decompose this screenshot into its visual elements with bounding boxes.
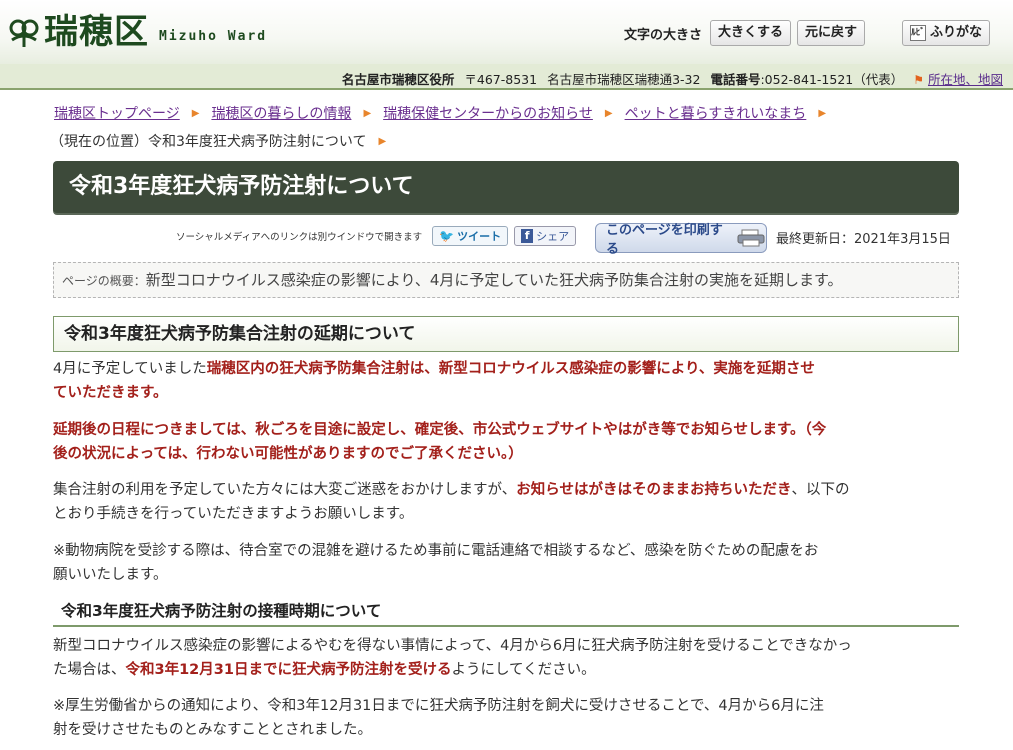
phone-label: 電話番号: [710, 72, 761, 87]
section-heading-postponement: 令和3年度狂犬病予防集合注射の延期について: [53, 316, 959, 352]
summary-label: ページの概要：: [62, 274, 146, 288]
postal-code: 〒467-8531: [464, 72, 538, 87]
last-updated: 最終更新日：2021年3月15日: [776, 232, 951, 247]
breadcrumb-arrow-icon: ▶: [604, 108, 613, 119]
furigana-label: ふりがな: [930, 25, 983, 40]
breadcrumb-link-top[interactable]: 瑞穂区トップページ: [54, 100, 180, 128]
paragraph-postponement: 4月に予定していました瑞穂区内の狂犬病予防集合注射は、新型コロナウイルス感染症の…: [53, 357, 953, 405]
office-address: 名古屋市瑞穂区瑞穂通3-32: [547, 72, 701, 87]
office-info-bar: 名古屋市瑞穂区役所 〒467-8531 名古屋市瑞穂区瑞穂通3-32 電話番号:…: [0, 64, 1013, 90]
text: 集合注射の利用を予定していた方々には大変ご迷惑をおかけしますが、: [53, 482, 517, 498]
breadcrumb-link-pets[interactable]: ペットと暮らすきれいなまち: [625, 100, 807, 128]
phone-number: :052-841-1521（代表）: [760, 72, 904, 87]
text: 願いいたします。: [53, 567, 168, 583]
paragraph-apology: 集合注射の利用を予定していた方々には大変ご迷惑をおかけしますが、お知らせはがきは…: [53, 478, 953, 526]
section-heading-vaccination-period: 令和3年度狂犬病予防注射の接種時期について: [53, 597, 959, 627]
reset-text-button[interactable]: 元に戻す: [797, 20, 866, 46]
text: ※動物病院を受診する際は、待合室での混雑を避けるため事前に電話連絡で相談するなど…: [53, 543, 819, 559]
site-subtitle: Mizuho Ward: [159, 28, 268, 44]
share-label: シェア: [536, 230, 570, 243]
furigana-button[interactable]: ﾙﾋﾞ ふりがな: [902, 20, 991, 46]
site-title: 瑞穂区: [44, 12, 149, 52]
breadcrumb-arrow-icon: ▶: [363, 108, 372, 119]
paragraph-hospital-note: ※動物病院を受診する際は、待合室での混雑を避けるため事前に電話連絡で相談するなど…: [53, 539, 953, 587]
emphasis-text: 瑞穂区内の狂犬病予防集合注射は、新型コロナウイルス感染症の影響により、実施を延期…: [206, 361, 815, 377]
emphasis-text: お知らせはがきはそのままお持ちいただき: [516, 482, 792, 498]
emphasis-text: 後の状況によっては、行わない可能性がありますのでご了承ください。）: [53, 446, 523, 462]
breadcrumb-arrow-icon: ▶: [818, 108, 827, 119]
page-title: 令和3年度狂犬病予防注射について: [53, 161, 959, 213]
text: とおり手続きを行っていただきますようお願いします。: [53, 506, 414, 522]
ward-emblem-icon: [6, 14, 42, 50]
breadcrumb-link-health-center[interactable]: 瑞穂保健センターからのお知らせ: [383, 100, 593, 128]
text: 新型コロナウイルス感染症の影響によるやむを得ない事情によって、4月から6月に狂犬…: [53, 638, 852, 654]
enlarge-text-button[interactable]: 大きくする: [710, 20, 792, 46]
summary-text: 新型コロナウイルス感染症の影響により、4月に予定していた狂犬病予防集合注射の実施…: [145, 271, 843, 289]
text: ※厚生労働省からの通知により、令和3年12月31日までに狂犬病予防注射を飼犬に受…: [53, 698, 824, 714]
site-logo[interactable]: 瑞穂区 Mizuho Ward: [6, 12, 267, 52]
site-header: 瑞穂区 Mizuho Ward 文字の大きさ 大きくする 元に戻す ﾙﾋﾞ ふり…: [0, 0, 1013, 64]
text: た場合は、: [53, 662, 126, 678]
page-summary: ページの概要：新型コロナウイルス感染症の影響により、4月に予定していた狂犬病予防…: [53, 262, 959, 298]
text-size-label: 文字の大きさ: [624, 27, 703, 43]
map-link[interactable]: 所在地、地図: [928, 72, 1003, 87]
paragraph-deadline: 新型コロナウイルス感染症の影響によるやむを得ない事情によって、4月から6月に狂犬…: [53, 634, 953, 682]
printer-icon: [736, 229, 766, 247]
text: 、以下の: [791, 482, 850, 498]
print-page-button[interactable]: このページを印刷する: [595, 223, 767, 257]
social-note: ソーシャルメディアへのリンクは別ウインドウで開きます: [176, 232, 423, 243]
facebook-share-button[interactable]: f シェア: [514, 226, 577, 246]
print-label: このページを印刷する: [606, 223, 723, 257]
facebook-icon: f: [521, 229, 534, 243]
paragraph-schedule: 延期後の日程につきましては、秋ごろを目途に設定し、確定後、市公式ウェブサイトやは…: [53, 418, 953, 466]
breadcrumb-arrow-icon: ▶: [191, 108, 200, 119]
flag-icon: ⚑: [913, 73, 924, 87]
text: 4月に予定していました: [53, 361, 207, 377]
twitter-bird-icon: 🐦: [439, 229, 455, 243]
furigana-icon: ﾙﾋﾞ: [910, 25, 926, 41]
emphasis-text: ていただきます。: [53, 385, 168, 401]
paragraph-ministry-note: ※厚生労働省からの通知により、令和3年12月31日までに狂犬病予防注射を飼犬に受…: [53, 694, 953, 742]
tweet-button[interactable]: 🐦 ツイート: [432, 226, 509, 246]
text: ようにしてください。: [451, 662, 596, 678]
text: 射を受けさせたものとみなすこととされました。: [53, 722, 372, 738]
text-size-controls: 文字の大きさ 大きくする 元に戻す: [624, 20, 866, 46]
breadcrumb: 瑞穂区トップページ ▶ 瑞穂区の暮らしの情報 ▶ 瑞穂保健センターからのお知らせ…: [50, 100, 954, 156]
emphasis-text: 延期後の日程につきましては、秋ごろを目途に設定し、確定後、市公式ウェブサイトやは…: [53, 422, 827, 438]
office-name: 名古屋市瑞穂区役所: [341, 72, 455, 87]
emphasis-text: 令和3年12月31日までに狂犬病予防注射を受ける: [125, 662, 452, 678]
tweet-label: ツイート: [457, 230, 502, 243]
breadcrumb-arrow-icon: ▶: [378, 136, 387, 147]
breadcrumb-current: （現在の位置）令和3年度狂犬病予防注射について: [50, 134, 367, 150]
social-share-bar: ソーシャルメディアへのリンクは別ウインドウで開きます 🐦 ツイート f シェア: [176, 226, 577, 246]
breadcrumb-link-life-info[interactable]: 瑞穂区の暮らしの情報: [211, 100, 351, 128]
